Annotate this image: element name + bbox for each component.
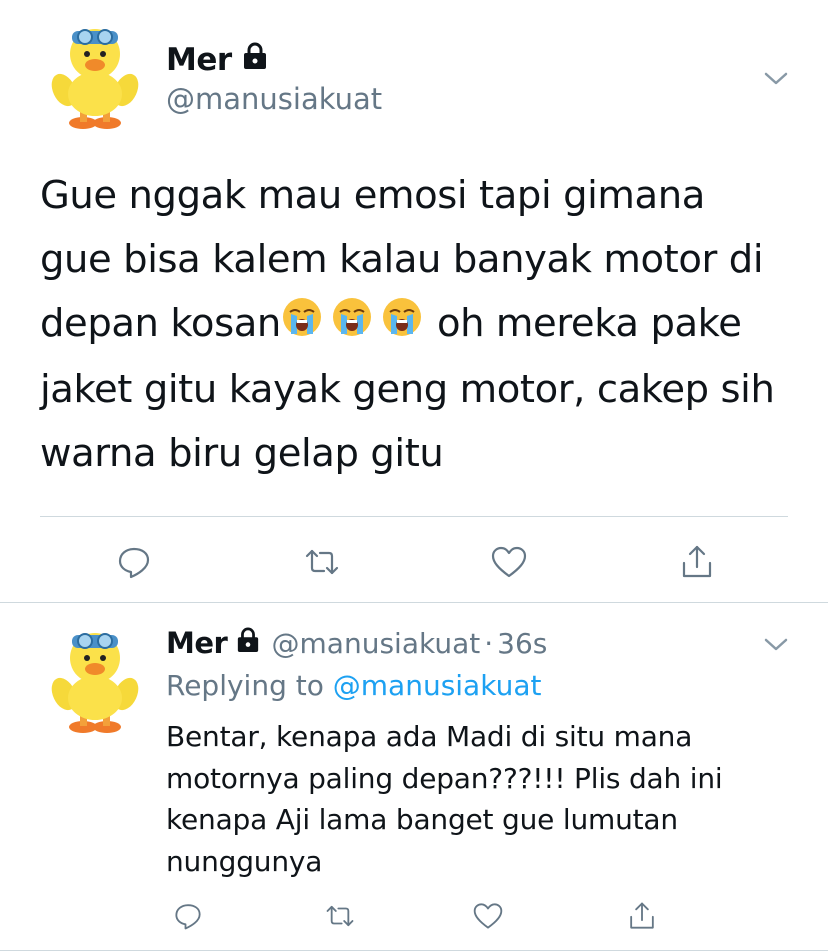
reply-icon [118,547,150,579]
retweet-button[interactable] [300,540,344,584]
chevron-down-icon[interactable] [762,630,790,662]
chevron-down-icon[interactable] [762,64,790,96]
tweet-text-line: Gue nggak mau emosi tapi gimana [40,173,705,218]
crying-face-emoji-icon [331,294,373,358]
reply-text-line: kenapa Aji lama banget gue lumutan [166,803,678,836]
tweet-text: Gue nggak mau emosi tapi gimana gue bisa… [40,164,810,486]
reply-text: Bentar, kenapa ada Madi di situ mana mot… [166,716,806,882]
author-name-row: Mer [166,40,268,80]
share-icon [682,545,712,578]
divider [40,516,788,517]
duck-avatar-icon [51,29,139,129]
tweet-separator [0,950,828,951]
reply-button[interactable] [168,896,208,936]
crying-face-emoji-icon [381,294,423,358]
crying-face-emoji-icon [281,294,323,358]
reply-text-line: Bentar, kenapa ada Madi di situ mana [166,720,693,753]
retweet-icon [305,549,339,575]
reply-text-line: motornya paling depan???!!! Plis dah ini [166,761,723,795]
author-name[interactable]: Mer [166,626,228,660]
like-icon [473,903,503,929]
author-handle[interactable]: @manusiakuat [166,82,382,116]
replying-to: Replying to @manusiakuat [166,666,541,706]
reply-tweet: Mer @manusiakuat · 36s Replying to @manusi… [0,604,828,952]
replying-to-handle-link[interactable]: @manusiakuat [333,669,542,702]
tweet-text-segment: depan kosan [40,301,281,346]
reply-button[interactable] [112,540,156,584]
like-button[interactable] [487,540,531,584]
retweet-icon [326,905,354,927]
avatar[interactable] [50,18,140,129]
tweet-separator [0,602,828,603]
replying-to-label: Replying to [166,669,324,702]
tweet-text-line: depan kosan oh mereka pake [40,292,810,358]
share-button[interactable] [675,540,719,584]
like-button[interactable] [468,896,508,936]
retweet-button[interactable] [320,896,360,936]
tweet-text-line: gue bisa kalem kalau banyak motor di [40,237,764,282]
tweet-text-line: warna biru gelap gitu [40,430,444,476]
separator-dot: · [484,627,494,660]
main-tweet: Mer @manusiakuat Gue nggak mau emosi tap… [0,0,828,600]
duck-avatar-icon [51,633,139,733]
author-name[interactable]: Mer [166,42,232,78]
tweet-text-segment: oh mereka pake [436,301,742,346]
reply-header: Mer @manusiakuat · 36s [166,624,547,667]
lock-icon [242,40,268,80]
tweet-text-line: jaket gitu kayak geng motor, cakep sih [40,366,775,412]
author-handle[interactable]: @manusiakuat [272,627,481,660]
reply-icon [175,904,201,930]
avatar[interactable] [50,622,140,733]
lock-icon [236,627,260,667]
share-button[interactable] [622,896,662,936]
reply-text-line: nunggunya [166,844,323,878]
share-icon [630,902,654,929]
timestamp[interactable]: 36s [497,627,547,660]
like-icon [491,546,527,578]
